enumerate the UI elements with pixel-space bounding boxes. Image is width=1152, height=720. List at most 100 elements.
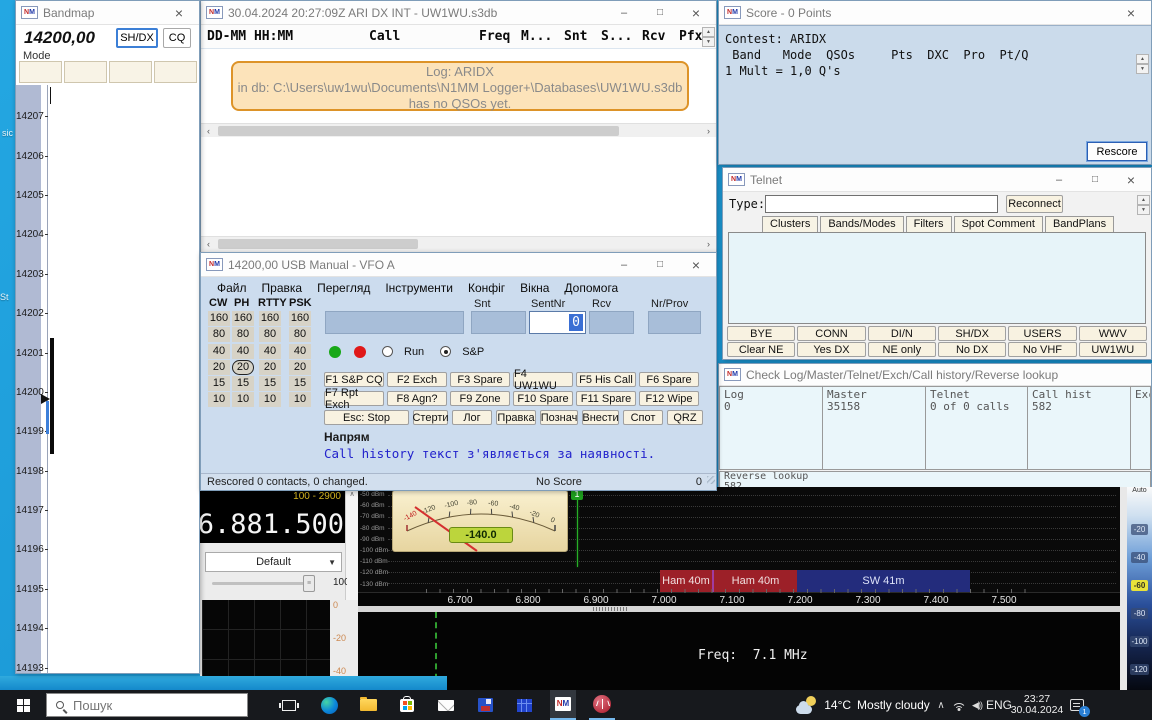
log-column-header[interactable]: Rcv — [642, 29, 665, 44]
mode-column-header[interactable]: PH — [234, 297, 249, 309]
spectrum-display[interactable]: -50 dBm-60 dBm-70 dBm-80 dBm-90 dBm-100 … — [358, 487, 1120, 606]
sp-radio[interactable] — [440, 346, 451, 357]
log-column-header[interactable]: Snt — [564, 29, 587, 44]
band-button-selected[interactable]: 20 — [232, 360, 254, 375]
function-key-button[interactable]: F12 Wipe — [639, 391, 699, 406]
log-spinner[interactable] — [702, 27, 715, 47]
score-titlebar[interactable]: NM Score - 0 Points — [719, 1, 1151, 25]
maximize-icon[interactable] — [1079, 168, 1111, 191]
score-spinner[interactable] — [1136, 54, 1149, 74]
preset-dropdown[interactable]: Default▼ — [205, 552, 342, 572]
volume-tray-button[interactable]: ◀)) — [968, 690, 986, 720]
band-button[interactable]: 40 — [259, 344, 281, 359]
palette-auto-label[interactable]: Auto — [1127, 487, 1152, 494]
waterfall-display[interactable]: Freq: 7.1 MHz — [358, 612, 1120, 690]
function-key-button[interactable]: F7 Rpt Exch — [324, 391, 384, 406]
n1mm-taskbar-button[interactable]: NM — [550, 690, 576, 720]
band-button[interactable]: 160 — [259, 311, 281, 326]
palette-level-label[interactable]: -40 — [1127, 543, 1152, 571]
waterfall-palette-bar[interactable]: Auto -20-40-60-80-100-120 — [1127, 487, 1152, 690]
telnet-command-button[interactable]: CONN — [797, 326, 865, 341]
menu-item[interactable]: Інструменти — [385, 281, 453, 295]
close-icon[interactable] — [680, 1, 712, 24]
volume-slider[interactable]: ≡ 100 — [205, 571, 345, 595]
mode-box[interactable] — [64, 61, 107, 83]
band-button[interactable]: 10 — [208, 392, 230, 407]
telnet-filter-button[interactable]: NE only — [868, 342, 936, 357]
band-button[interactable]: 160 — [232, 311, 254, 326]
menu-item[interactable]: Вікна — [520, 281, 549, 295]
task-view-button[interactable] — [276, 690, 302, 720]
telnet-command-input[interactable] — [765, 195, 998, 213]
maximize-icon[interactable] — [644, 253, 676, 276]
band-button[interactable]: 20 — [289, 360, 311, 375]
edge-browser-button[interactable] — [316, 690, 342, 720]
band-button[interactable]: 10 — [289, 392, 311, 407]
band-button[interactable]: 10 — [259, 392, 281, 407]
microsoft-store-button[interactable] — [394, 690, 420, 720]
action-key-button[interactable]: QRZ — [667, 410, 703, 425]
run-radio[interactable] — [382, 346, 393, 357]
band-button[interactable]: 15 — [232, 376, 254, 391]
band-button[interactable]: 40 — [289, 344, 311, 359]
taskbar-clock[interactable]: 23:27 30.04.2024 — [1012, 690, 1062, 720]
palette-level-label[interactable]: -120 — [1127, 655, 1152, 683]
action-key-button[interactable]: Правка — [496, 410, 536, 425]
mode-box[interactable] — [19, 61, 62, 83]
log-column-header[interactable]: DD-MM HH:MM — [207, 29, 293, 44]
action-key-button[interactable]: Познач — [540, 410, 578, 425]
telnet-tab[interactable]: Spot Comment — [954, 216, 1043, 232]
function-key-button[interactable]: F1 S&P CQ — [324, 372, 384, 387]
menu-item[interactable]: Файл — [217, 281, 247, 295]
function-key-button[interactable]: F11 Spare — [576, 391, 636, 406]
nrprov-input[interactable] — [648, 311, 701, 334]
action-key-button[interactable]: Лог — [452, 410, 492, 425]
band-button[interactable]: 15 — [208, 376, 230, 391]
frequency-axis[interactable]: 6.7006.8006.9007.0007.1007.2007.3007.400… — [358, 592, 1120, 606]
sp-label[interactable]: S&P — [462, 346, 484, 358]
band-button[interactable]: 80 — [208, 327, 230, 342]
function-key-button[interactable]: F2 Exch — [387, 372, 447, 387]
rescore-button[interactable]: Rescore — [1087, 142, 1147, 161]
telnet-tab[interactable]: BandPlans — [1045, 216, 1114, 232]
function-key-button[interactable]: F6 Spare — [639, 372, 699, 387]
telnet-filter-button[interactable]: No DX — [938, 342, 1006, 357]
snt-input[interactable] — [471, 311, 526, 334]
palette-level-label[interactable]: -20 — [1127, 515, 1152, 543]
callsign-input[interactable] — [325, 311, 464, 334]
mode-column-header[interactable]: RTTY — [258, 297, 287, 309]
function-key-button[interactable]: F10 Spare — [513, 391, 573, 406]
function-key-button[interactable]: F5 His Call — [576, 372, 636, 387]
telnet-tab[interactable]: Clusters — [762, 216, 818, 232]
band-button[interactable]: 40 — [208, 344, 230, 359]
menu-item[interactable]: Перегляд — [317, 281, 370, 295]
mode-box[interactable] — [154, 61, 197, 83]
menu-item[interactable]: Конфіг — [468, 281, 505, 295]
action-key-button[interactable]: Esc: Stop — [324, 410, 409, 425]
slider-thumb[interactable]: ≡ — [303, 575, 315, 592]
close-icon[interactable] — [680, 253, 712, 276]
band-button[interactable]: 10 — [232, 392, 254, 407]
telnet-command-button[interactable]: WWV — [1079, 326, 1147, 341]
splitter-handle-icon[interactable] — [593, 607, 627, 611]
telnet-filter-button[interactable]: Clear NE — [727, 342, 795, 357]
start-button[interactable] — [0, 690, 46, 720]
function-key-button[interactable]: F3 Spare — [450, 372, 510, 387]
band-button[interactable]: 20 — [259, 360, 281, 375]
action-key-button[interactable]: Спот — [623, 410, 663, 425]
minimize-icon[interactable] — [608, 253, 640, 276]
telnet-filter-button[interactable]: No VHF — [1008, 342, 1076, 357]
mode-column-header[interactable]: CW — [209, 297, 227, 309]
log-hscrollbar-1[interactable] — [201, 123, 716, 137]
telnet-command-button[interactable]: USERS — [1008, 326, 1076, 341]
cq-button[interactable]: CQ — [163, 28, 191, 48]
mail-button[interactable] — [433, 690, 459, 720]
wifi-tray-button[interactable] — [950, 690, 968, 720]
function-key-button[interactable]: F4 UW1WU — [513, 372, 573, 387]
reconnect-button[interactable]: Reconnect — [1006, 195, 1063, 213]
taskbar-weather[interactable]: 14°C Mostly cloudy — [793, 690, 933, 720]
minimize-icon[interactable] — [1043, 168, 1075, 191]
file-explorer-button[interactable] — [355, 690, 381, 720]
menu-item[interactable]: Допомога — [564, 281, 618, 295]
palette-level-label[interactable]: -80 — [1127, 599, 1152, 627]
